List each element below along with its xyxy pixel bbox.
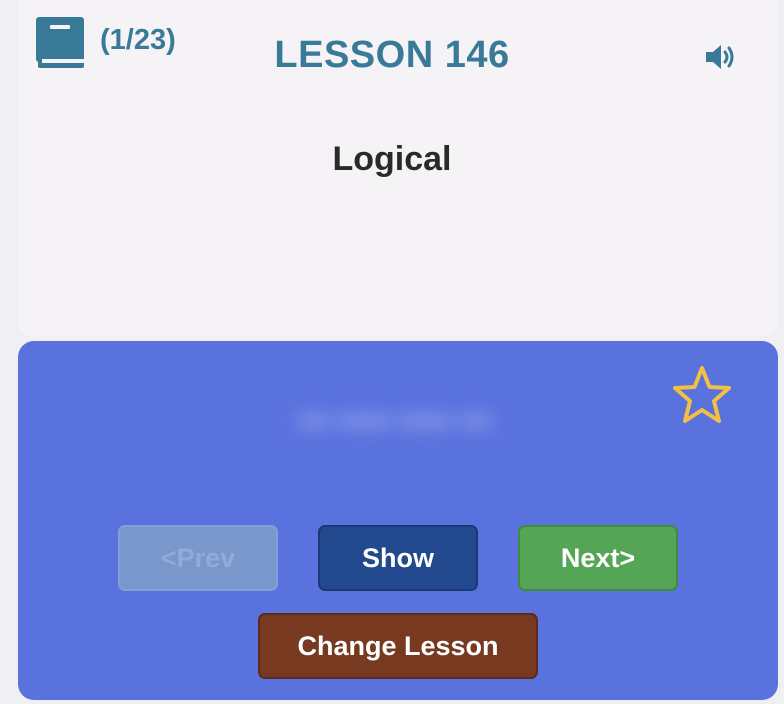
- speaker-icon[interactable]: [704, 42, 736, 72]
- flashcard-word: Logical: [332, 140, 452, 178]
- next-button[interactable]: Next>: [518, 525, 678, 591]
- change-lesson-button[interactable]: Change Lesson: [258, 613, 538, 679]
- star-outline-icon[interactable]: [670, 364, 734, 426]
- hidden-answer[interactable]: ••• ••••• ••••• •••: [205, 400, 585, 444]
- show-button[interactable]: Show: [318, 525, 478, 591]
- lesson-title: LESSON 146: [274, 34, 510, 76]
- prev-button[interactable]: <Prev: [118, 525, 278, 591]
